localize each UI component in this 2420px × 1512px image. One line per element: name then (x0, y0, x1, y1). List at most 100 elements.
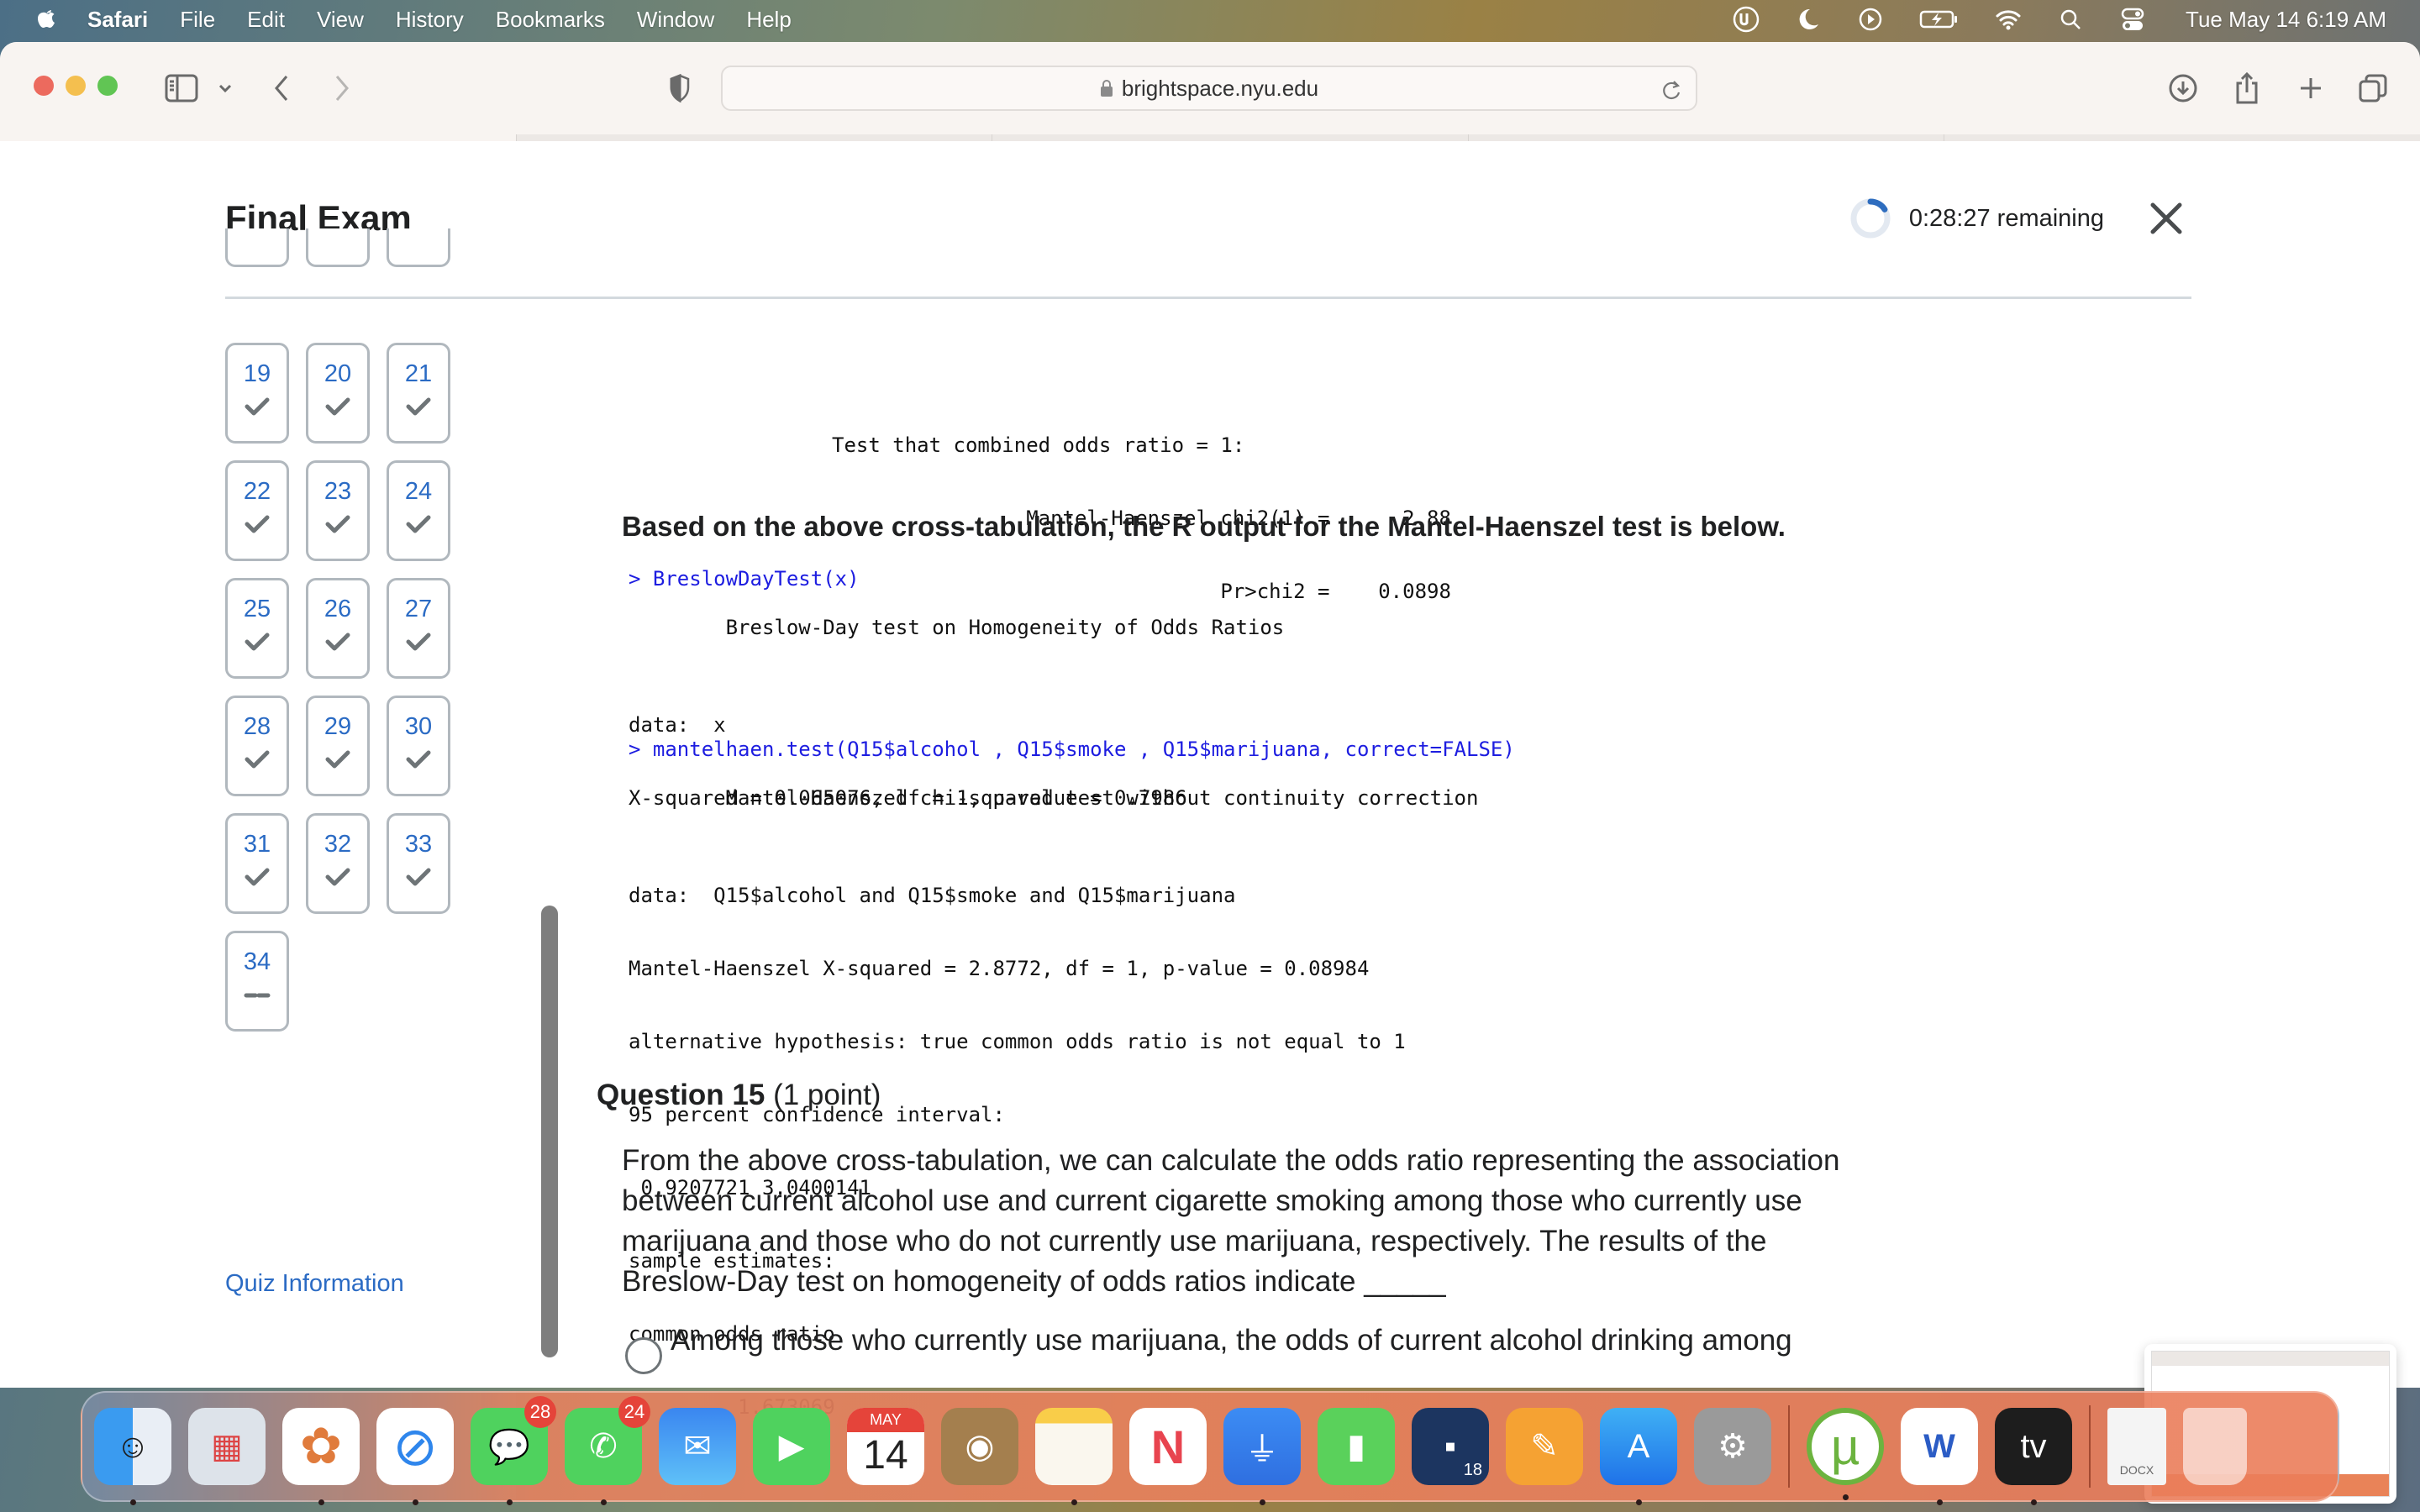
checkmark-icon (406, 515, 431, 533)
question-tile[interactable]: 20 (306, 343, 370, 444)
back-button[interactable] (269, 67, 294, 109)
question-tile[interactable] (387, 228, 450, 267)
close-window-button[interactable] (34, 76, 54, 96)
answer-radio[interactable] (625, 1337, 662, 1374)
dock-notes-icon[interactable] (1035, 1408, 1113, 1505)
search-icon[interactable] (2056, 5, 2085, 34)
dock-system-preferences-icon[interactable]: ⚙ (1694, 1408, 1771, 1485)
dock-photos-icon[interactable]: ✿ (282, 1408, 360, 1505)
chevron-down-icon[interactable] (215, 67, 235, 109)
quiz-information-link[interactable]: Quiz Information (225, 1270, 404, 1298)
sidebar-toggle-icon[interactable] (163, 67, 200, 109)
menu-bookmarks[interactable]: Bookmarks (496, 7, 605, 33)
battery-charging-icon[interactable] (1918, 5, 1960, 34)
apple-menu-icon[interactable] (34, 6, 59, 33)
dock-app-store-icon[interactable]: A (1600, 1408, 1677, 1505)
app-glyph: ▮ (1346, 1428, 1365, 1465)
dock-facetime-icon[interactable]: ▶ (753, 1408, 830, 1485)
minimize-window-button[interactable] (66, 76, 86, 96)
quiz-header: Final Exam 0:28:27 remaining (225, 141, 2191, 299)
menu-help[interactable]: Help (746, 7, 791, 33)
new-tab-icon[interactable] (2294, 67, 2328, 109)
dock-fantastical-icon[interactable]: ▪ 18 (1412, 1408, 1489, 1485)
app-glyph: ⚙ (1718, 1428, 1748, 1465)
address-bar[interactable]: brightspace.nyu.edu (721, 66, 1697, 111)
question-tile[interactable] (306, 228, 370, 267)
question-tile[interactable]: 33 (387, 813, 450, 914)
dock-pages-icon[interactable]: ✎ (1506, 1408, 1583, 1485)
reload-icon[interactable] (1660, 77, 1682, 102)
dock-numbers-icon[interactable]: ▮ (1318, 1408, 1395, 1485)
dock-finder-icon[interactable]: ☺ (94, 1408, 171, 1505)
app-glyph: ✆ (589, 1428, 618, 1465)
question-tile[interactable] (225, 228, 289, 267)
dock-keynote-icon[interactable]: ⏚ (1223, 1408, 1301, 1505)
running-indicator (1843, 1494, 1849, 1500)
menu-history[interactable]: History (396, 7, 464, 33)
question-points: (1 point) (773, 1079, 881, 1111)
question-number: 22 (243, 478, 271, 505)
dock-news-icon[interactable]: N (1129, 1408, 1207, 1485)
dock-safari-icon[interactable]: ⊘ (376, 1408, 454, 1505)
dock-launchpad-icon[interactable]: ▦ (188, 1408, 266, 1485)
dock-mail-icon[interactable]: ✉ (659, 1408, 736, 1485)
dock-document-icon[interactable]: DOCX (2107, 1408, 2166, 1485)
question-tile[interactable]: 26 (306, 578, 370, 679)
question-tile[interactable]: 29 (306, 696, 370, 796)
forward-button[interactable] (329, 67, 355, 109)
question-tile[interactable]: 31 (225, 813, 289, 914)
downloads-icon[interactable] (2166, 67, 2200, 109)
checkmark-icon (245, 868, 270, 886)
answer-option-label: Among those who currently use marijuana,… (671, 1324, 1792, 1357)
question-tile[interactable]: 27 (387, 578, 450, 679)
question-tile[interactable]: 19 (225, 343, 289, 444)
menu-edit[interactable]: Edit (247, 7, 285, 33)
dock-messages-icon[interactable]: 💬 28 (471, 1396, 556, 1505)
dock-apple-tv-icon[interactable]: tv (1995, 1408, 2072, 1505)
answer-option[interactable]: Among those who currently use marijuana,… (625, 1324, 1792, 1374)
question-tile[interactable]: 25 (225, 578, 289, 679)
menu-app-safari[interactable]: Safari (87, 7, 148, 33)
checkmark-icon (245, 633, 270, 651)
menubar-clock[interactable]: Tue May 14 6:19 AM (2186, 7, 2386, 33)
share-icon[interactable] (2230, 67, 2264, 109)
question-tile[interactable]: 30 (387, 696, 450, 796)
question-tile[interactable]: 34 (225, 931, 289, 1032)
dock-utorrent-icon[interactable]: µ (1807, 1408, 1884, 1500)
app-glyph: W (1923, 1427, 1955, 1465)
menu-window[interactable]: Window (637, 7, 714, 33)
question-tile[interactable]: 24 (387, 460, 450, 561)
question-tile[interactable]: 21 (387, 343, 450, 444)
notification-badge: 24 (618, 1396, 650, 1428)
checkmark-icon (325, 868, 350, 886)
menu-view[interactable]: View (317, 7, 364, 33)
question-tile[interactable]: 28 (225, 696, 289, 796)
close-icon[interactable] (2141, 193, 2191, 244)
control-center-icon[interactable] (2118, 5, 2147, 34)
dock-whatsapp-icon[interactable]: ✆ 24 (565, 1396, 650, 1505)
running-indicator (1071, 1499, 1077, 1505)
scrollbar[interactable] (541, 906, 558, 1357)
dock-calendar-icon[interactable]: MAY 14 (847, 1408, 924, 1485)
checkmark-icon (325, 515, 350, 533)
app-glyph: ✎ (1530, 1428, 1559, 1465)
play-circle-icon[interactable] (1856, 5, 1885, 34)
question-number: 21 (404, 360, 433, 387)
privacy-shield-icon[interactable] (667, 67, 692, 109)
question-tile[interactable]: 23 (306, 460, 370, 561)
question-tile[interactable]: 22 (225, 460, 289, 561)
utorrent-icon[interactable] (1732, 5, 1760, 34)
question-number: 30 (404, 713, 433, 740)
dock: ☺ ▦ ✿ ⊘ 💬 28 ✆ 24 ✉ ▶ MAY 14 ◉ N ⏚ ▮ ▪ 18 ✎ A ⚙ µ Wtv DOCX (81, 1391, 2339, 1505)
menu-file[interactable]: File (180, 7, 215, 33)
wifi-icon[interactable] (1994, 5, 2023, 34)
zoom-window-button[interactable] (97, 76, 118, 96)
tab-overview-icon[interactable] (2356, 67, 2390, 109)
dock-contacts-icon[interactable]: ◉ (941, 1408, 1018, 1485)
moon-icon[interactable] (1794, 5, 1823, 34)
unanswered-dash-icon (244, 993, 271, 998)
question-tile[interactable]: 32 (306, 813, 370, 914)
timer: 0:28:27 remaining (1849, 197, 2104, 240)
dock-trash-icon[interactable] (2183, 1408, 2247, 1485)
dock-microsoft-word-icon[interactable]: W (1901, 1408, 1978, 1505)
